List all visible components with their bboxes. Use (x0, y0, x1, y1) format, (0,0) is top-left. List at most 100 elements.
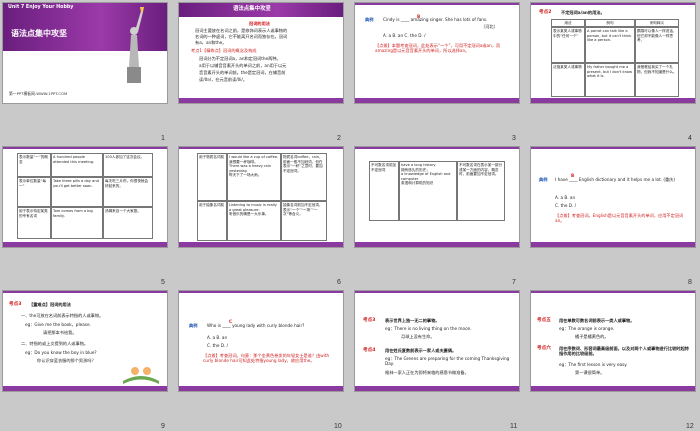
slide-thumb-11[interactable]: 考点3 表示世界上独一无二的事物。 eg：There is no living … (354, 290, 520, 392)
footer-bar (179, 386, 343, 391)
slide-thumb-5[interactable]: 表示数量“一”的概念 A hundred people attended thi… (2, 146, 168, 248)
table-cell: have a long history 拥有悠久的历史； a knowledge… (399, 161, 457, 221)
footer-bar (355, 386, 519, 391)
answer-text: B (571, 173, 575, 178)
point-tag: 考点3 (363, 318, 376, 323)
top-line (3, 291, 167, 293)
top-line (179, 291, 343, 293)
example-line: eg：Give me the book，please. (25, 322, 91, 327)
text-line: 冠词分为不定冠词a，an和定冠词the两种。 (199, 56, 281, 61)
hint-text: 【点拨】本题考查冠词，此处表示“一个”，可用不定冠词a或an，而amazing是… (375, 43, 501, 54)
translation-line: 格林一家人正在为即将来临的感恩节做准备。 (385, 370, 469, 375)
text-line: 音音素开头的单词前。the是定冠词，在辅音前 (199, 70, 286, 75)
table-cell: 表示单位数量“每一” (17, 177, 51, 207)
table-cell: 鹦鹉可以像人一样说话，但它却不能像人一样思考。 (635, 27, 679, 63)
translation-line: 你认识穿蓝衣服的那个男孩吗？ (37, 358, 96, 363)
source-text: （河北） (481, 24, 498, 29)
point-tag: 考点五 (537, 318, 551, 323)
table-cell: 物质名词coffee，rain，前面一般不加冠词，但在表示“一杯”之意时，要加不… (281, 153, 327, 201)
table-cell: Listening to music is really a great ple… (227, 201, 281, 241)
table-cell: 100人参加了这次会议。 (103, 153, 153, 177)
slide-thumb-8[interactable]: 典例 I have ____ English dictionary and it… (530, 146, 696, 248)
text-line: 读/ðə/，在元音前读/ði/。 (199, 77, 248, 82)
slide-number: 7 (512, 279, 516, 286)
example-line: eg：There is no living thing on the moon. (385, 326, 472, 331)
slide-thumb-6[interactable]: 用于物质名词前 I would like a cup of coffee. 我想… (178, 146, 344, 248)
options-text: A. a B. an (555, 195, 576, 200)
table-cell: A hundred people attended this meeting. (51, 153, 103, 177)
footer-bar (531, 386, 695, 391)
example-line: eg：The first lesson is very easy. (559, 362, 628, 367)
answer-text: B (417, 14, 421, 19)
table-header: 例句 (585, 19, 635, 27)
translation-line: 请把那本书给我。 (43, 330, 77, 335)
text-line: 冠词主要放在名词之前，是修饰词表示人或事物的 (195, 28, 288, 33)
top-line (355, 291, 519, 293)
top-line (531, 3, 695, 5)
point-tag: 考点六 (537, 346, 551, 351)
footer-bar (179, 98, 343, 103)
options-text: A. a B. an C. the D. / (383, 33, 426, 38)
top-line (355, 147, 519, 149)
point-title: 考点1【精练点】冠词的概念及构成 (191, 48, 257, 53)
slide-number: 9 (161, 423, 165, 430)
footer-bar (3, 242, 167, 247)
table-cell: 表示某类人或事物中的“任何一个” (551, 27, 585, 63)
hint-text: 【点拨】考查冠词。句意：那个金黄色卷发的年轻女士是谁？由with curly b… (203, 353, 330, 364)
text-line: 有a，an和the。 (195, 40, 227, 45)
table-cell: 表示数量“一”的概念 (17, 153, 51, 177)
slide-thumb-7[interactable]: 不可数名词前加不定冠词 have a long history 拥有悠久的历史；… (354, 146, 520, 248)
footer-bar (355, 98, 519, 103)
slide-number: 3 (512, 135, 516, 142)
translation-line: 橘子是橘黄色的。 (575, 334, 609, 339)
table-cell: My father bought me a present, but I don… (585, 63, 635, 97)
slide-number: 10 (334, 423, 342, 430)
section-title: 冠词的用法 (249, 21, 270, 26)
text-line: 用在序数词、形容词最高级前面，以及对两个人或事物进行比较时起特指作用的比较级前。 (559, 346, 689, 357)
slide-thumb-10[interactable]: 典例 Who is ____ young lady with curly blo… (178, 290, 344, 392)
slide-thumb-9[interactable]: 考点3 【重难点】冠词的用法 一、the可放在名词前表示特指的人或事物。 eg：… (2, 290, 168, 392)
footer-text: 第一PPT模板网-WWW.1PPT.COM (9, 91, 68, 96)
options-text: C. the D. / (555, 203, 577, 208)
table-header: 用法 (551, 19, 585, 27)
table-cell: A parrot can talk like a person, but it … (585, 27, 635, 63)
hint-text: 【点拨】考查冠词。English是以元音音素开头的单词，应用不定冠词an。 (555, 213, 684, 224)
top-line (531, 291, 695, 293)
slide-number: 1 (161, 135, 165, 142)
slide-thumb-12[interactable]: 考点五 用在单数可数名词前表示一类人或事物。 eg：The orange is … (530, 290, 696, 392)
footer-bar (355, 242, 519, 247)
answer-text: C (229, 319, 233, 324)
slide-number: 4 (688, 135, 692, 142)
table-cell: 用于抽象名词前 (197, 201, 227, 241)
slide-thumb-3[interactable]: 典例 Cindy is ____ amazing singer. She has… (354, 2, 520, 104)
example-line: eg：The orange is orange. (559, 326, 615, 331)
question-text: Who is ____ young lady with curly blonde… (207, 323, 305, 328)
table-cell: 泛指某类人或事物 (551, 63, 585, 97)
top-line (3, 147, 167, 149)
text-line: 一、the可放在名词前表示特指的人或事物。 (21, 313, 104, 318)
top-line (355, 3, 519, 5)
slide-thumb-1[interactable]: Unit 7 Enjoy Your Hobby 语法点集中攻坚 第一PPT模板网… (2, 2, 168, 104)
point-title: 不定冠词a/an的用法。 (561, 10, 605, 15)
point-tag: 考点3 (9, 302, 22, 307)
table-cell: 每天吃三片药，你很快就会好起来的。 (103, 177, 153, 207)
table-cell: I would like a cup of coffee. 我想要一杯咖啡。 T… (227, 153, 281, 201)
point-title: 【重难点】冠词的用法 (29, 302, 71, 307)
example-label: 典例 (189, 323, 198, 328)
slide-number: 11 (510, 423, 518, 430)
table-cell: Tom comes from a big family. (51, 207, 103, 239)
slide-thumb-4[interactable]: 考点2 不定冠词a/an的用法。 用法 例句 例句释义 表示某类人或事物中的“任… (530, 2, 696, 104)
table-cell: 用于物质名词前 (197, 153, 227, 201)
slide-number: 6 (337, 279, 341, 286)
book-illustration-icon (123, 367, 159, 384)
footer-bar (531, 98, 695, 103)
statue-of-liberty-icon (127, 7, 144, 83)
options-text: C. the D. / (207, 343, 229, 348)
question-text: I have ____ English dictionary and it he… (555, 177, 676, 182)
text-line: a用于以辅音音素开头的单词之前，an用于以元 (199, 63, 287, 68)
slide-thumb-2[interactable]: 语法点集中攻坚 冠词的用法 冠词主要放在名词之前，是修饰词表示人或事物的 名词的… (178, 2, 344, 104)
table-cell: Take three pills a day and you'll get be… (51, 177, 103, 207)
text-line: 用在姓氏复数前表示一家人或夫妻俩。 (385, 348, 457, 353)
text-line: 二、特指的或上文提到的人或事物。 (21, 341, 89, 346)
translation-line: 第一课很简单。 (575, 370, 605, 375)
